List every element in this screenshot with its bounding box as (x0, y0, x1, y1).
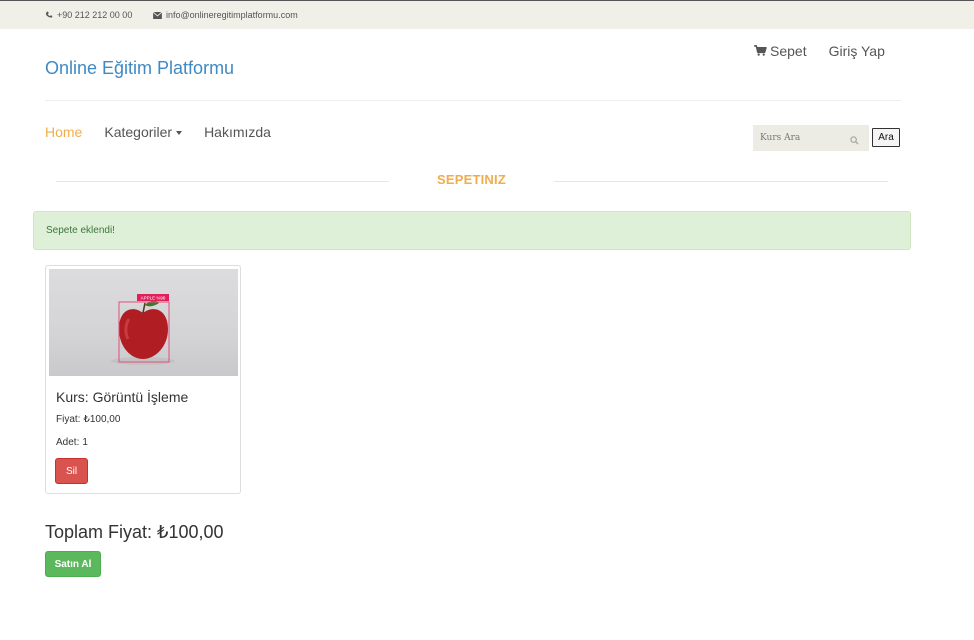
cart-link[interactable]: Sepet (754, 43, 807, 59)
site-brand[interactable]: Online Eğitim Platformu (45, 58, 234, 79)
header-links: Sepet Giriş Yap (754, 43, 885, 59)
login-link-label: Giriş Yap (828, 43, 885, 59)
nav-about[interactable]: Hakımızda (204, 124, 271, 140)
cart-link-label: Sepet (770, 43, 807, 59)
header-divider (45, 100, 901, 101)
course-image: APPLE %98 (49, 269, 238, 376)
delete-button[interactable]: Sil (55, 458, 88, 484)
cart-item-card: APPLE %98 Kurs: Görüntü İşleme Fiyat: ₺1… (45, 265, 241, 494)
quantity-value: 1 (82, 437, 88, 448)
course-title: Kurs: Görüntü İşleme (56, 389, 189, 405)
email-contact: info@onlineregitimplatformu.com (153, 10, 298, 20)
total-label: Toplam Fiyat: (45, 522, 153, 542)
price-value: ₺100,00 (83, 414, 121, 425)
course-quantity: Adet: 1 (56, 437, 88, 448)
shopping-cart-icon (754, 43, 767, 59)
cart-total: Toplam Fiyat: ₺100,00 (45, 522, 224, 543)
email-address: info@onlineregitimplatformu.com (166, 10, 298, 20)
section-line-right (554, 181, 888, 182)
search-placeholder: Kurs Ara (760, 133, 801, 143)
phone-icon (45, 11, 53, 19)
success-alert: Sepete eklendi! (33, 211, 911, 250)
top-contact-bar: +90 212 212 00 00 info@onlineregitimplat… (0, 0, 974, 29)
nav-categories-dropdown[interactable]: Kategoriler (104, 124, 183, 140)
section-title: SEPETINIZ (437, 172, 506, 187)
detection-tag: APPLE %98 (141, 296, 166, 301)
buy-button[interactable]: Satın Al (45, 551, 101, 577)
nav-categories-label: Kategoriler (104, 124, 173, 140)
alert-message: Sepete eklendi! (46, 225, 115, 236)
phone-number: +90 212 212 00 00 (57, 10, 133, 20)
price-label: Fiyat: (56, 414, 81, 425)
main-nav: Home Kategoriler Hakımızda (45, 124, 271, 140)
search-icon (850, 132, 859, 150)
quantity-label: Adet: (56, 437, 80, 448)
course-price: Fiyat: ₺100,00 (56, 414, 120, 425)
caret-down-icon (176, 131, 183, 136)
section-line-left (56, 181, 389, 182)
total-value: ₺100,00 (157, 522, 224, 542)
search-button[interactable]: Ara (872, 128, 900, 147)
phone-contact: +90 212 212 00 00 (45, 10, 132, 20)
envelope-icon (153, 11, 162, 19)
nav-home[interactable]: Home (45, 124, 82, 140)
login-link[interactable]: Giriş Yap (829, 43, 885, 59)
